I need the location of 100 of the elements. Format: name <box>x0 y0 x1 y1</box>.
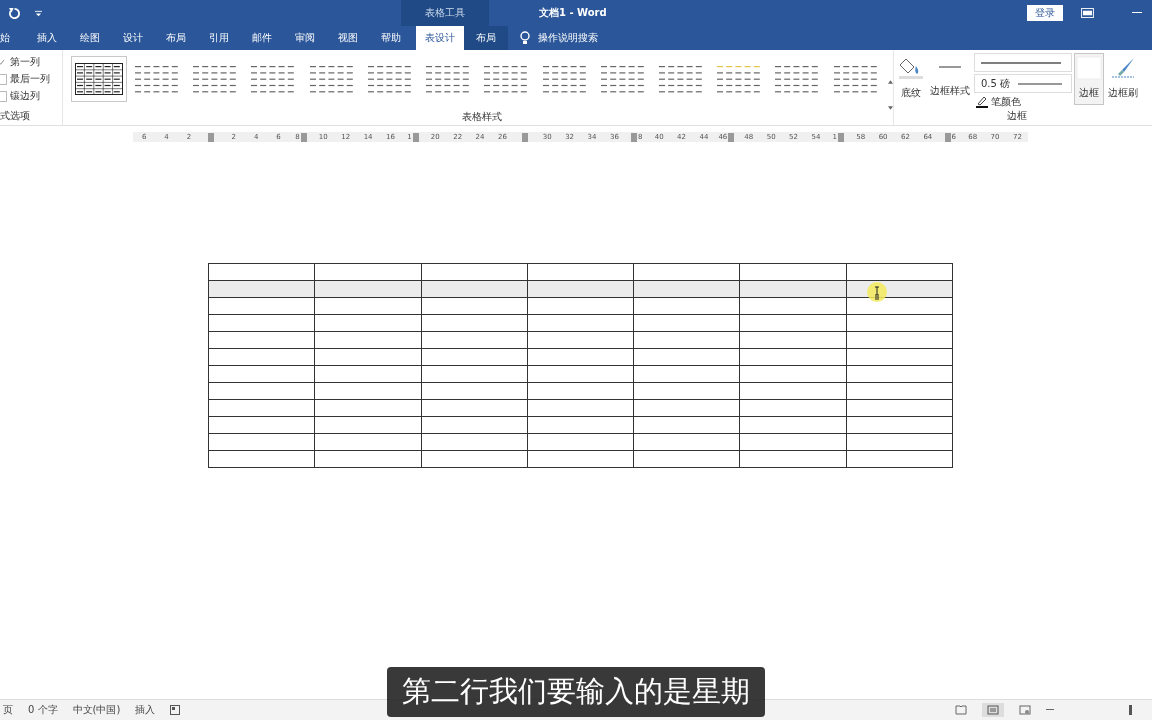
table-cell[interactable] <box>527 263 634 281</box>
table-cell[interactable] <box>739 399 847 417</box>
table-cell[interactable] <box>846 331 953 349</box>
table-cell[interactable] <box>421 416 528 434</box>
table-cell[interactable] <box>314 365 422 383</box>
page-status[interactable]: 页 <box>3 703 13 717</box>
table-cell[interactable] <box>421 331 528 349</box>
column-marker[interactable] <box>838 132 845 142</box>
table-cell[interactable] <box>527 433 634 451</box>
table-cell[interactable] <box>421 433 528 451</box>
table-cell[interactable] <box>208 416 315 434</box>
table-cell[interactable] <box>314 450 422 468</box>
table-cell[interactable] <box>208 297 315 315</box>
column-marker[interactable] <box>300 132 307 142</box>
table-cell[interactable] <box>739 297 847 315</box>
border-painter-button[interactable]: 边框刷 <box>1106 53 1140 103</box>
column-marker[interactable] <box>208 132 215 142</box>
ribbon-tab[interactable]: 布局 <box>464 26 508 50</box>
table-cell[interactable] <box>633 433 740 451</box>
table-cell[interactable] <box>633 314 740 332</box>
tell-me-search[interactable]: 操作说明搜索 <box>520 26 598 50</box>
table-cell[interactable] <box>633 399 740 417</box>
line-style-dropdown[interactable] <box>974 53 1072 72</box>
ribbon-tab[interactable]: 插入 <box>29 26 65 50</box>
scroll-up-icon[interactable] <box>888 80 894 84</box>
table-cell[interactable] <box>739 348 847 366</box>
scroll-down-icon[interactable] <box>888 106 894 110</box>
undo-icon[interactable] <box>8 6 21 20</box>
border-styles-button[interactable]: 边框样式 <box>928 53 972 101</box>
table-cell[interactable] <box>421 450 528 468</box>
table-cell[interactable] <box>633 382 740 400</box>
table-cell[interactable] <box>527 331 634 349</box>
line-weight-dropdown[interactable]: 0.5 磅 <box>974 74 1072 93</box>
table-cell[interactable] <box>527 450 634 468</box>
table-cell[interactable] <box>633 450 740 468</box>
table-cell[interactable] <box>739 263 847 281</box>
ribbon-tab[interactable]: 始 <box>0 26 18 50</box>
table-cell[interactable] <box>846 314 953 332</box>
ribbon-tab[interactable]: 帮助 <box>373 26 409 50</box>
table-cell[interactable] <box>527 416 634 434</box>
table-cell[interactable] <box>421 365 528 383</box>
language-status[interactable]: 中文(中国) <box>72 703 121 717</box>
table-cell[interactable] <box>314 433 422 451</box>
table-cell[interactable] <box>633 297 740 315</box>
table-cell[interactable] <box>633 331 740 349</box>
table-cell[interactable] <box>633 416 740 434</box>
insert-mode-status[interactable]: 插入 <box>135 703 156 717</box>
ribbon-tab[interactable]: 视图 <box>330 26 366 50</box>
table-cell[interactable] <box>739 433 847 451</box>
zoom-slider-thumb[interactable] <box>1129 705 1132 715</box>
table-cell[interactable] <box>527 314 634 332</box>
minimize-icon[interactable] <box>1131 12 1142 14</box>
ribbon-tab[interactable]: 邮件 <box>244 26 280 50</box>
ribbon-tab[interactable]: 布局 <box>158 26 194 50</box>
table-cell[interactable] <box>208 433 315 451</box>
table-style-thumbnail[interactable] <box>71 56 127 102</box>
table-cell[interactable] <box>208 331 315 349</box>
ribbon-tab[interactable]: 审阅 <box>287 26 323 50</box>
table-cell[interactable] <box>846 365 953 383</box>
table-cell[interactable] <box>314 416 422 434</box>
table-cell[interactable] <box>527 382 634 400</box>
table-cell[interactable] <box>846 416 953 434</box>
table-cell[interactable] <box>739 382 847 400</box>
word-count[interactable]: 0 个字 <box>28 703 58 717</box>
table-cell[interactable] <box>739 416 847 434</box>
table-cell[interactable] <box>208 450 315 468</box>
table-cell[interactable] <box>846 450 953 468</box>
ribbon-display-icon[interactable] <box>1080 8 1094 18</box>
table-cell[interactable] <box>314 399 422 417</box>
customize-dropdown-icon[interactable] <box>35 9 42 17</box>
table-cell[interactable] <box>527 348 634 366</box>
table-cell[interactable] <box>314 314 422 332</box>
option-checkbox[interactable]: 第一列 <box>0 55 62 69</box>
ribbon-tab[interactable]: 绘图 <box>72 26 108 50</box>
table-cell[interactable] <box>421 263 528 281</box>
table-cell[interactable] <box>846 399 953 417</box>
table-cell[interactable] <box>208 365 315 383</box>
read-mode-icon[interactable] <box>955 705 967 715</box>
macro-icon[interactable] <box>170 705 181 715</box>
sign-in-button[interactable]: 登录 <box>1026 5 1063 21</box>
option-checkbox[interactable]: 最后一列 <box>0 72 62 86</box>
table-cell[interactable] <box>633 365 740 383</box>
table-cell[interactable] <box>739 314 847 332</box>
table-cell[interactable] <box>633 263 740 281</box>
table-cell[interactable] <box>846 433 953 451</box>
table-cell[interactable] <box>208 263 315 281</box>
table-cell[interactable] <box>208 382 315 400</box>
table-cell[interactable] <box>421 382 528 400</box>
ribbon-tab[interactable]: 设计 <box>115 26 151 50</box>
column-marker[interactable] <box>728 132 735 142</box>
table-cell[interactable] <box>846 348 953 366</box>
table-cell[interactable] <box>527 297 634 315</box>
pen-color-button[interactable]: 笔颜色 <box>974 95 1072 109</box>
table-cell[interactable] <box>208 348 315 366</box>
table-cell[interactable] <box>421 348 528 366</box>
borders-button[interactable]: 边框 <box>1074 53 1104 105</box>
table-cell[interactable] <box>527 399 634 417</box>
table-cell[interactable] <box>527 365 634 383</box>
option-checkbox[interactable]: 镶边列 <box>0 89 62 103</box>
table-cell[interactable] <box>739 450 847 468</box>
